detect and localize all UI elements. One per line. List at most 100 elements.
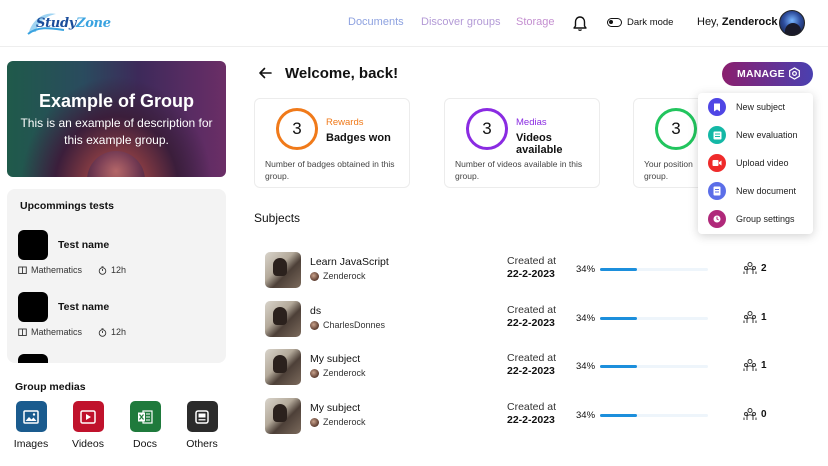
subject-thumbnail	[265, 349, 301, 385]
members-icon	[743, 359, 757, 371]
members-count: 0	[761, 409, 767, 420]
banner-artwork	[87, 151, 145, 177]
subject-thumbnail	[265, 252, 301, 288]
media-label: Docs	[133, 438, 157, 450]
manage-button[interactable]: MANAGE	[722, 62, 813, 86]
stat-description: Number of videos available in this group…	[455, 159, 583, 181]
subject-thumbnail	[265, 301, 301, 337]
test-item[interactable]: Test name Mathematics 12h	[18, 292, 218, 348]
group-medias-title: Group medias	[15, 381, 86, 393]
stat-title: Badges won	[326, 132, 391, 144]
subject-created: Created at 22-2-2023	[507, 352, 557, 377]
owner-avatar	[310, 320, 319, 330]
bookmark-icon	[708, 98, 726, 116]
test-meta: Mathematics 12h	[18, 265, 126, 275]
timer-icon	[98, 327, 107, 337]
subject-row[interactable]: My subject Zenderock Created at 22-2-2023…	[254, 345, 799, 391]
media-label: Videos	[72, 438, 104, 450]
media-docs[interactable]: Docs	[121, 401, 169, 450]
members-count: 1	[761, 360, 767, 371]
subject-owner: Zenderock	[310, 271, 366, 281]
progress-fill	[600, 317, 637, 320]
test-meta: Mathematics 12h	[18, 327, 126, 337]
owner-avatar	[310, 368, 319, 378]
subject-owner: Zenderock	[310, 417, 366, 427]
nav-storage[interactable]: Storage	[516, 16, 555, 28]
gear-icon	[789, 67, 800, 80]
members-count: 2	[761, 263, 767, 274]
subject-row[interactable]: Learn JavaScript Zenderock Created at 22-…	[254, 248, 799, 294]
image-icon	[15, 401, 47, 432]
media-images[interactable]: Images	[7, 401, 55, 450]
subject-created: Created at 22-2-2023	[507, 255, 557, 280]
stat-card-rewards: 3 Rewards Badges won Number of badges ob…	[254, 98, 410, 188]
book-icon	[18, 266, 27, 274]
dark-mode-toggle[interactable]	[607, 18, 622, 27]
test-duration: 12h	[111, 327, 127, 337]
progress-fill	[600, 414, 637, 417]
subject-percent: 34%	[576, 313, 596, 324]
menu-item-new-evaluation[interactable]: New evaluation	[708, 125, 813, 145]
menu-item-label: New evaluation	[736, 130, 798, 140]
test-duration: 12h	[111, 265, 127, 275]
members-icon	[743, 311, 757, 323]
media-label: Images	[13, 438, 49, 450]
nav-documents[interactable]: Documents	[348, 16, 404, 28]
members-icon	[743, 408, 757, 420]
subjects-heading: Subjects	[254, 211, 301, 225]
group-description: This is an example of description for th…	[20, 116, 213, 147]
subject-percent: 34%	[576, 264, 596, 275]
menu-item-group-settings[interactable]: Group settings	[708, 209, 813, 229]
members-count: 1	[761, 312, 767, 323]
menu-item-label: Group settings	[736, 214, 795, 224]
menu-item-upload-video[interactable]: Upload video	[708, 153, 813, 173]
excel-icon	[129, 401, 161, 432]
media-others[interactable]: Others	[178, 401, 226, 450]
bell-icon[interactable]	[572, 15, 588, 32]
user-greeting: Hey, Zenderock	[697, 16, 778, 28]
test-item-partial[interactable]	[18, 354, 218, 363]
test-name: Test name	[58, 239, 110, 251]
document-icon	[708, 182, 726, 200]
subject-row[interactable]: My subject Zenderock Created at 22-2-2023…	[254, 394, 799, 440]
menu-item-label: New subject	[736, 102, 786, 112]
menu-item-new-document[interactable]: New document	[708, 181, 813, 201]
menu-item-new-subject[interactable]: New subject	[708, 97, 813, 117]
group-title: Example of Group	[38, 91, 195, 111]
test-name: Test name	[58, 301, 110, 313]
studyzone-logo[interactable]: StudyZone	[26, 8, 111, 38]
menu-item-label: Upload video	[736, 158, 789, 168]
subject-progress-bar	[600, 317, 708, 320]
owner-avatar	[310, 271, 319, 281]
manage-dropdown-menu: New subject New evaluation Upload video …	[698, 93, 813, 234]
book-icon	[18, 328, 27, 336]
progress-fill	[600, 365, 637, 368]
test-item[interactable]: Test name Mathematics 12h	[18, 230, 218, 286]
upcoming-tests-panel: Upcommings tests Test name Mathematics 1…	[7, 189, 226, 363]
subject-name: My subject	[310, 402, 361, 414]
back-arrow-icon[interactable]	[258, 66, 272, 83]
play-icon	[72, 401, 104, 432]
nav-discover-groups[interactable]: Discover groups	[421, 16, 500, 28]
stat-title: Videos available	[516, 132, 563, 156]
subject-progress-bar	[600, 268, 708, 271]
test-thumbnail	[18, 354, 48, 363]
subject-thumbnail	[265, 398, 301, 434]
top-header: StudyZone Documents Discover groups Stor…	[0, 0, 828, 47]
dark-mode-label: Dark mode	[627, 17, 674, 28]
media-videos[interactable]: Videos	[64, 401, 112, 450]
folder-icon	[186, 401, 218, 432]
user-avatar[interactable]	[779, 10, 805, 36]
upcoming-tests-title: Upcommings tests	[20, 200, 114, 212]
owner-avatar	[310, 417, 319, 427]
subject-progress-bar	[600, 365, 708, 368]
subject-name: My subject	[310, 353, 361, 365]
timer-icon	[98, 265, 107, 275]
subject-percent: 34%	[576, 410, 596, 421]
manage-label: MANAGE	[737, 68, 785, 80]
stat-value: 3	[276, 108, 318, 150]
subject-row[interactable]: ds CharlesDonnes Created at 22-2-2023 34%…	[254, 297, 799, 343]
group-banner: Example of Group This is an example of d…	[7, 61, 226, 177]
settings-icon	[708, 210, 726, 228]
stat-kicker: Rewards	[326, 117, 364, 128]
